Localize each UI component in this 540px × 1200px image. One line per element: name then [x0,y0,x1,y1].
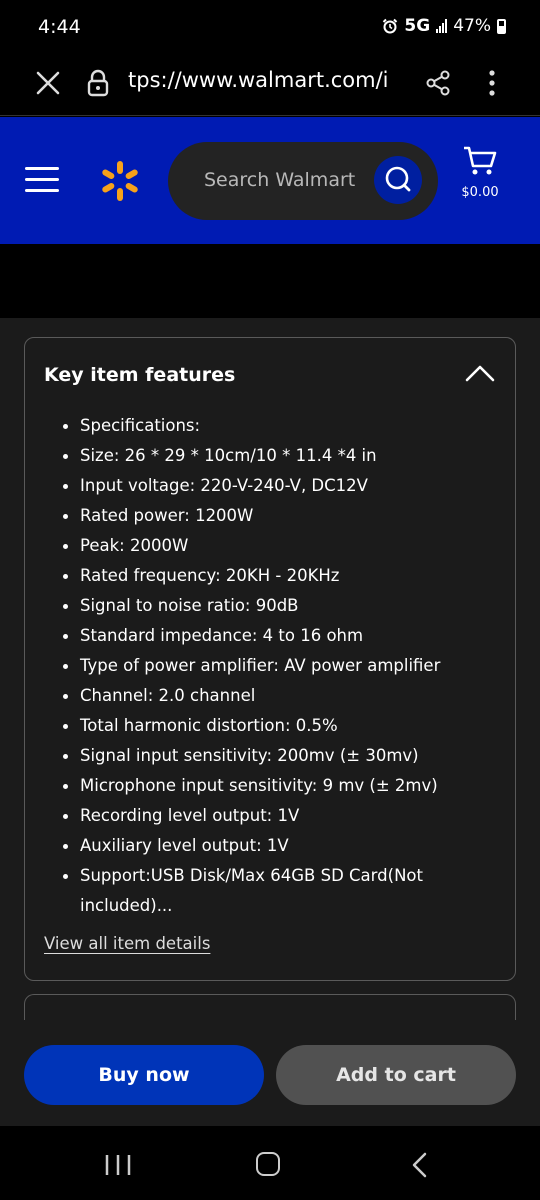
cart-button[interactable]: $0.00 [458,145,502,217]
list-item: Channel: 2.0 channel [63,681,500,711]
list-item: Size: 26 * 29 * 10cm/10 * 11.4 *4 in [63,441,500,471]
battery-icon [497,18,506,34]
list-item: Rated power: 1200W [63,501,500,531]
search-bar[interactable]: Search Walmart [168,142,438,220]
share-icon[interactable] [424,68,452,98]
search-icon [385,166,411,192]
feature-list: Specifications: Size: 26 * 29 * 10cm/10 … [63,411,500,921]
list-item: Microphone input sensitivity: 9 mv (± 2m… [63,771,500,801]
search-button[interactable] [374,156,422,204]
key-features-card: Key item features Specifications: Size: … [24,337,516,981]
more-options-icon[interactable] [480,68,504,98]
search-input[interactable]: Search Walmart [204,169,355,191]
buy-now-button[interactable]: Buy now [24,1045,264,1105]
back-icon[interactable] [410,1152,430,1178]
add-to-cart-button[interactable]: Add to cart [276,1045,516,1105]
purchase-action-bar: Buy now Add to cart [0,1020,540,1126]
home-icon[interactable] [256,1152,280,1176]
list-item: Specifications: [63,411,500,441]
alarm-icon [383,18,398,34]
walmart-spark-logo[interactable] [98,159,142,203]
cart-icon [464,146,497,175]
walmart-header: Search Walmart $0.00 [0,117,540,244]
status-time: 4:44 [38,16,81,38]
chevron-up-icon[interactable] [463,362,497,386]
lock-icon[interactable] [86,68,110,98]
list-item: Peak: 2000W [63,531,500,561]
status-icons: 5G 47% [382,16,506,36]
close-icon[interactable] [33,68,63,98]
browser-url-bar: tps://www.walmart.com/i [0,50,540,116]
product-details: Key item features Specifications: Size: … [0,318,540,1126]
section-title: Key item features [44,364,236,386]
network-type: 5G [404,16,431,36]
list-item: Auxiliary level output: 1V [63,831,500,861]
view-all-details-link[interactable]: View all item details [44,934,210,953]
menu-icon[interactable] [25,167,59,195]
battery-percent: 47% [453,16,491,36]
spacer-band [0,244,540,318]
list-item: Recording level output: 1V [63,801,500,831]
list-item: Signal to noise ratio: 90dB [63,591,500,621]
list-item: Standard impedance: 4 to 16 ohm [63,621,500,651]
list-item: Type of power amplifier: AV power amplif… [63,651,500,681]
list-item: Total harmonic distortion: 0.5% [63,711,500,741]
list-item: Input voltage: 220-V-240-V, DC12V [63,471,500,501]
system-nav-bar [0,1126,540,1200]
list-item: Support:USB Disk/Max 64GB SD Card(Not in… [63,861,500,921]
list-item: Signal input sensitivity: 200mv (± 30mv) [63,741,500,771]
cart-total: $0.00 [461,185,499,200]
recents-icon[interactable] [104,1154,132,1176]
signal-icon [436,19,448,33]
status-bar: 4:44 5G 47% [0,0,540,50]
url-field[interactable]: tps://www.walmart.com/i [128,68,408,92]
list-item: Rated frequency: 20KH - 20KHz [63,561,500,591]
